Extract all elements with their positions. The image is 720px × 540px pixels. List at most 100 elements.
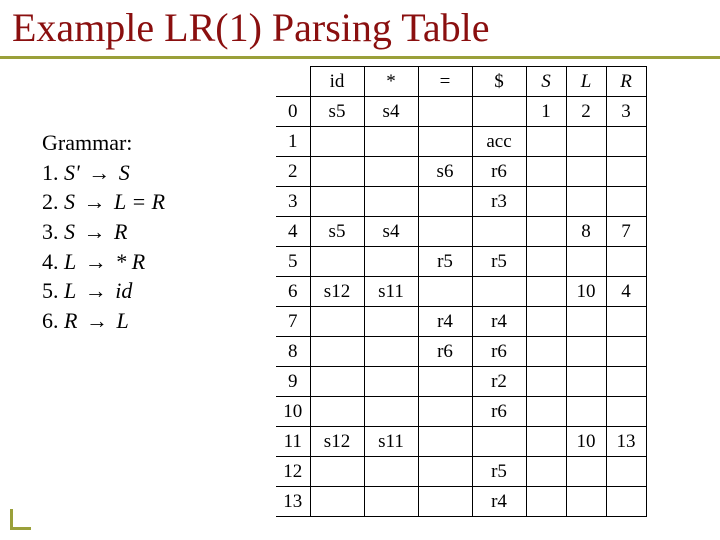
- table-cell: s6: [418, 157, 472, 187]
- table-cell: [418, 397, 472, 427]
- table-cell: s5: [310, 97, 364, 127]
- table-cell: [310, 487, 364, 517]
- state-header: [276, 67, 310, 97]
- table-cell: 10: [566, 277, 606, 307]
- table-cell: r5: [418, 247, 472, 277]
- grammar-rule: 1. S' → S: [42, 158, 165, 188]
- rule-rhs: id: [115, 278, 132, 303]
- rule-number: 1.: [42, 160, 64, 185]
- grammar-rule: 5. L → id: [42, 276, 165, 306]
- table-cell: [418, 97, 472, 127]
- table-cell: [472, 97, 526, 127]
- rule-lhs: L: [64, 278, 76, 303]
- arrow-icon: →: [75, 219, 114, 244]
- table-cell: [310, 127, 364, 157]
- title-rule: [0, 56, 720, 59]
- table-cell: [472, 277, 526, 307]
- state-label: 6: [276, 277, 310, 307]
- table-cell: r6: [472, 337, 526, 367]
- table-cell: [472, 217, 526, 247]
- column-header: id: [310, 67, 364, 97]
- table-cell: [364, 367, 418, 397]
- table-cell: 10: [566, 427, 606, 457]
- rule-lhs: S': [64, 160, 80, 185]
- rule-lhs: L: [64, 249, 76, 274]
- rule-number: 2.: [42, 189, 64, 214]
- table-cell: [606, 397, 646, 427]
- state-label: 12: [276, 457, 310, 487]
- rule-number: 5.: [42, 278, 64, 303]
- table-cell: s4: [364, 217, 418, 247]
- table-cell: r5: [472, 247, 526, 277]
- column-header: $: [472, 67, 526, 97]
- rule-number: 6.: [42, 308, 64, 333]
- table-cell: [364, 187, 418, 217]
- grammar-rule: 2. S → L = R: [42, 187, 165, 217]
- grammar-rule: 4. L → * R: [42, 247, 165, 277]
- table-cell: [418, 487, 472, 517]
- rule-rhs: S: [119, 160, 130, 185]
- state-label: 3: [276, 187, 310, 217]
- table-cell: [418, 187, 472, 217]
- table-cell: [310, 397, 364, 427]
- table-cell: r6: [472, 157, 526, 187]
- grammar-block: Grammar: 1. S' → S2. S → L = R3. S → R4.…: [42, 128, 165, 336]
- table-cell: [526, 277, 566, 307]
- grammar-heading: Grammar:: [42, 128, 165, 158]
- table-cell: r4: [418, 307, 472, 337]
- state-label: 8: [276, 337, 310, 367]
- table-cell: [566, 397, 606, 427]
- arrow-icon: →: [77, 308, 116, 333]
- arrow-icon: →: [76, 278, 115, 303]
- rule-lhs: R: [64, 308, 77, 333]
- table-cell: [526, 187, 566, 217]
- column-header: =: [418, 67, 472, 97]
- table-cell: [526, 487, 566, 517]
- table-cell: 4: [606, 277, 646, 307]
- table-cell: 1: [526, 97, 566, 127]
- state-label: 4: [276, 217, 310, 247]
- state-label: 5: [276, 247, 310, 277]
- state-label: 7: [276, 307, 310, 337]
- table-cell: [364, 247, 418, 277]
- table-cell: [526, 247, 566, 277]
- table-cell: [606, 307, 646, 337]
- table-cell: [310, 157, 364, 187]
- table-cell: [566, 187, 606, 217]
- column-header: S: [526, 67, 566, 97]
- page-title: Example LR(1) Parsing Table: [12, 4, 489, 51]
- table-cell: [566, 307, 606, 337]
- table-cell: [566, 337, 606, 367]
- table-cell: s4: [364, 97, 418, 127]
- table-cell: [526, 397, 566, 427]
- table-cell: [364, 337, 418, 367]
- table-cell: [418, 427, 472, 457]
- table-cell: 7: [606, 217, 646, 247]
- table-cell: [606, 157, 646, 187]
- column-header: L: [566, 67, 606, 97]
- table-cell: 3: [606, 97, 646, 127]
- table-cell: r5: [472, 457, 526, 487]
- table-cell: [526, 457, 566, 487]
- rule-rhs: L = R: [114, 189, 165, 214]
- table-cell: s5: [310, 217, 364, 247]
- table-cell: r6: [472, 397, 526, 427]
- table-cell: [310, 247, 364, 277]
- table-cell: s11: [364, 277, 418, 307]
- table-cell: r4: [472, 487, 526, 517]
- table-cell: [364, 397, 418, 427]
- table-cell: [310, 307, 364, 337]
- state-label: 11: [276, 427, 310, 457]
- table-cell: [418, 367, 472, 397]
- rule-number: 4.: [42, 249, 64, 274]
- table-cell: [606, 247, 646, 277]
- table-cell: [526, 427, 566, 457]
- table-cell: r6: [418, 337, 472, 367]
- arrow-icon: →: [80, 160, 119, 185]
- table-cell: [526, 217, 566, 247]
- rule-lhs: S: [64, 189, 75, 214]
- table-cell: acc: [472, 127, 526, 157]
- state-label: 13: [276, 487, 310, 517]
- state-label: 2: [276, 157, 310, 187]
- rule-number: 3.: [42, 219, 64, 244]
